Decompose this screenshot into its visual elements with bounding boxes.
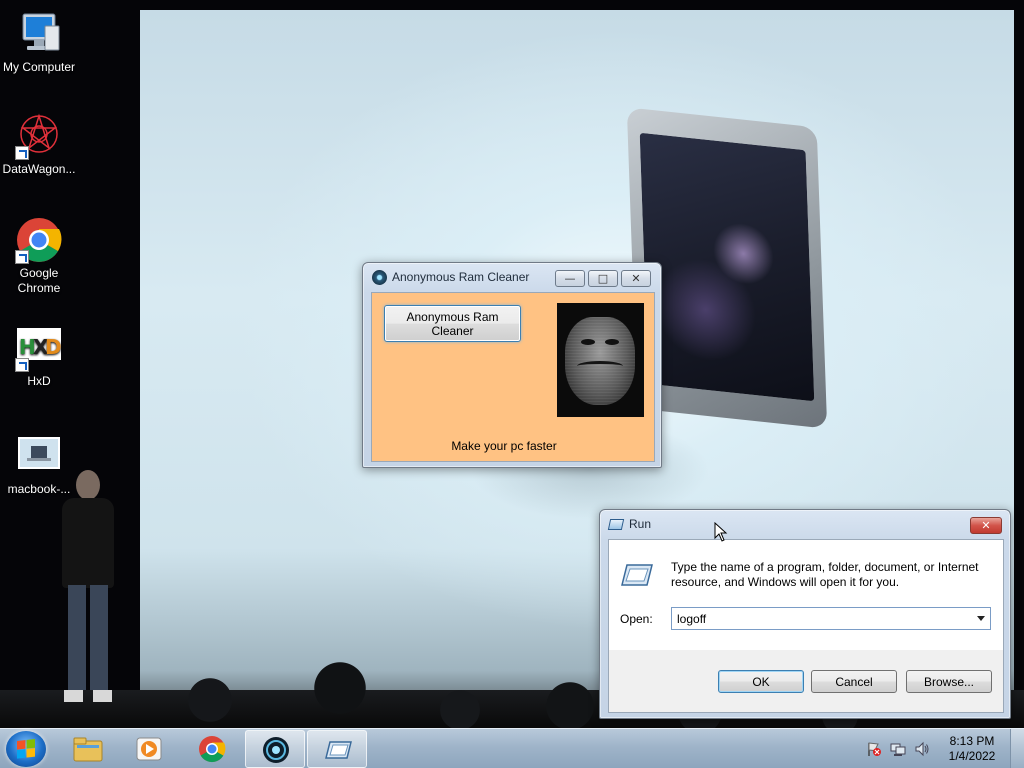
chevron-down-icon (977, 616, 985, 621)
shortcut-arrow-icon (15, 146, 29, 160)
browse-button[interactable]: Browse... (906, 670, 992, 693)
action-center-flag-icon[interactable] (866, 741, 882, 757)
desktop-icon-google-chrome[interactable]: Google Chrome (0, 216, 78, 296)
close-button[interactable]: ✕ (621, 270, 651, 287)
ram-cleaner-icon (261, 736, 291, 764)
taskbar-media-player[interactable] (119, 730, 179, 768)
anonymous-ram-cleaner-window[interactable]: Anonymous Ram Cleaner — □ ✕ Anonymous Ra… (362, 262, 662, 468)
ok-button[interactable]: OK (718, 670, 804, 693)
close-button[interactable]: ✕ (970, 517, 1002, 534)
start-button[interactable] (6, 731, 46, 767)
windows-logo-icon (17, 739, 35, 759)
window-titlebar[interactable]: Anonymous Ram Cleaner — □ ✕ (363, 263, 661, 291)
taskbar-chrome[interactable] (182, 730, 242, 768)
hxd-icon: H X D (15, 324, 63, 372)
window-title: Anonymous Ram Cleaner (392, 270, 530, 284)
desktop-icon-macbook[interactable]: macbook-... (0, 432, 78, 497)
close-icon: ✕ (981, 519, 991, 532)
clock-time: 8:13 PM (949, 734, 995, 748)
open-label: Open: (620, 612, 653, 626)
cancel-button[interactable]: Cancel (811, 670, 897, 693)
ram-cleaner-icon (372, 270, 387, 285)
window-title: Run (629, 517, 652, 531)
anonymous-ram-cleaner-button[interactable]: Anonymous Ram Cleaner (384, 305, 521, 342)
minimize-button[interactable]: — (555, 270, 585, 287)
taskbar: 8:13 PM 1/4/2022 (0, 728, 1024, 768)
media-player-icon (134, 735, 164, 763)
open-dropdown-button[interactable] (972, 608, 990, 629)
system-clock[interactable]: 8:13 PM 1/4/2022 (938, 734, 1006, 764)
minimize-icon: — (564, 272, 576, 285)
run-icon (323, 736, 353, 764)
chrome-icon (197, 735, 227, 763)
run-large-icon (621, 562, 653, 588)
taskbar-windows-explorer[interactable] (58, 730, 118, 768)
anonymous-mask-image (557, 303, 644, 417)
desktop-icon-label: Google Chrome (17, 266, 61, 295)
run-icon (607, 519, 625, 530)
datawagon-icon (15, 112, 63, 160)
notification-area: 8:13 PM 1/4/2022 (862, 729, 1024, 768)
wallpaper-presenter (58, 470, 118, 710)
desktop-icon-datawagon[interactable]: DataWagon... (0, 112, 78, 177)
taskbar-run[interactable] (307, 730, 367, 768)
tagline-text: Make your pc faster (451, 439, 557, 453)
clock-date: 1/4/2022 (948, 749, 996, 763)
network-icon[interactable] (890, 741, 906, 757)
desktop-icon-hxd[interactable]: H X D HxD (0, 324, 78, 389)
run-dialog[interactable]: Run ✕ Type the name of a program, folder… (599, 509, 1011, 719)
window-client-area: Anonymous Ram Cleaner Make your pc faste… (371, 292, 655, 462)
maximize-icon: □ (597, 272, 609, 285)
chrome-icon (15, 216, 63, 264)
desktop-icon-label: DataWagon... (2, 162, 76, 176)
open-input[interactable] (672, 608, 972, 629)
image-file-icon (15, 432, 63, 480)
folder-icon (73, 735, 103, 763)
dialog-body: Type the name of a program, folder, docu… (608, 539, 1004, 713)
close-icon: ✕ (631, 272, 641, 285)
volume-icon[interactable] (914, 741, 930, 757)
computer-icon (15, 10, 63, 58)
desktop-icon-label: HxD (27, 374, 51, 388)
desktop-icon-label: macbook-... (7, 482, 71, 496)
shortcut-arrow-icon (15, 250, 29, 264)
taskbar-anonymous-ram-cleaner[interactable] (245, 730, 305, 768)
show-desktop-button[interactable] (1010, 729, 1024, 768)
desktop-icon-label: My Computer (2, 60, 76, 74)
run-description: Type the name of a program, folder, docu… (671, 560, 979, 589)
window-titlebar[interactable]: Run ✕ (600, 510, 1010, 538)
maximize-button[interactable]: □ (588, 270, 618, 287)
shortcut-arrow-icon (15, 358, 29, 372)
dialog-content-panel: Type the name of a program, folder, docu… (609, 540, 1003, 650)
open-combobox[interactable] (671, 607, 991, 630)
svg-text:D: D (45, 335, 62, 359)
desktop-icon-my-computer[interactable]: My Computer (0, 10, 78, 75)
